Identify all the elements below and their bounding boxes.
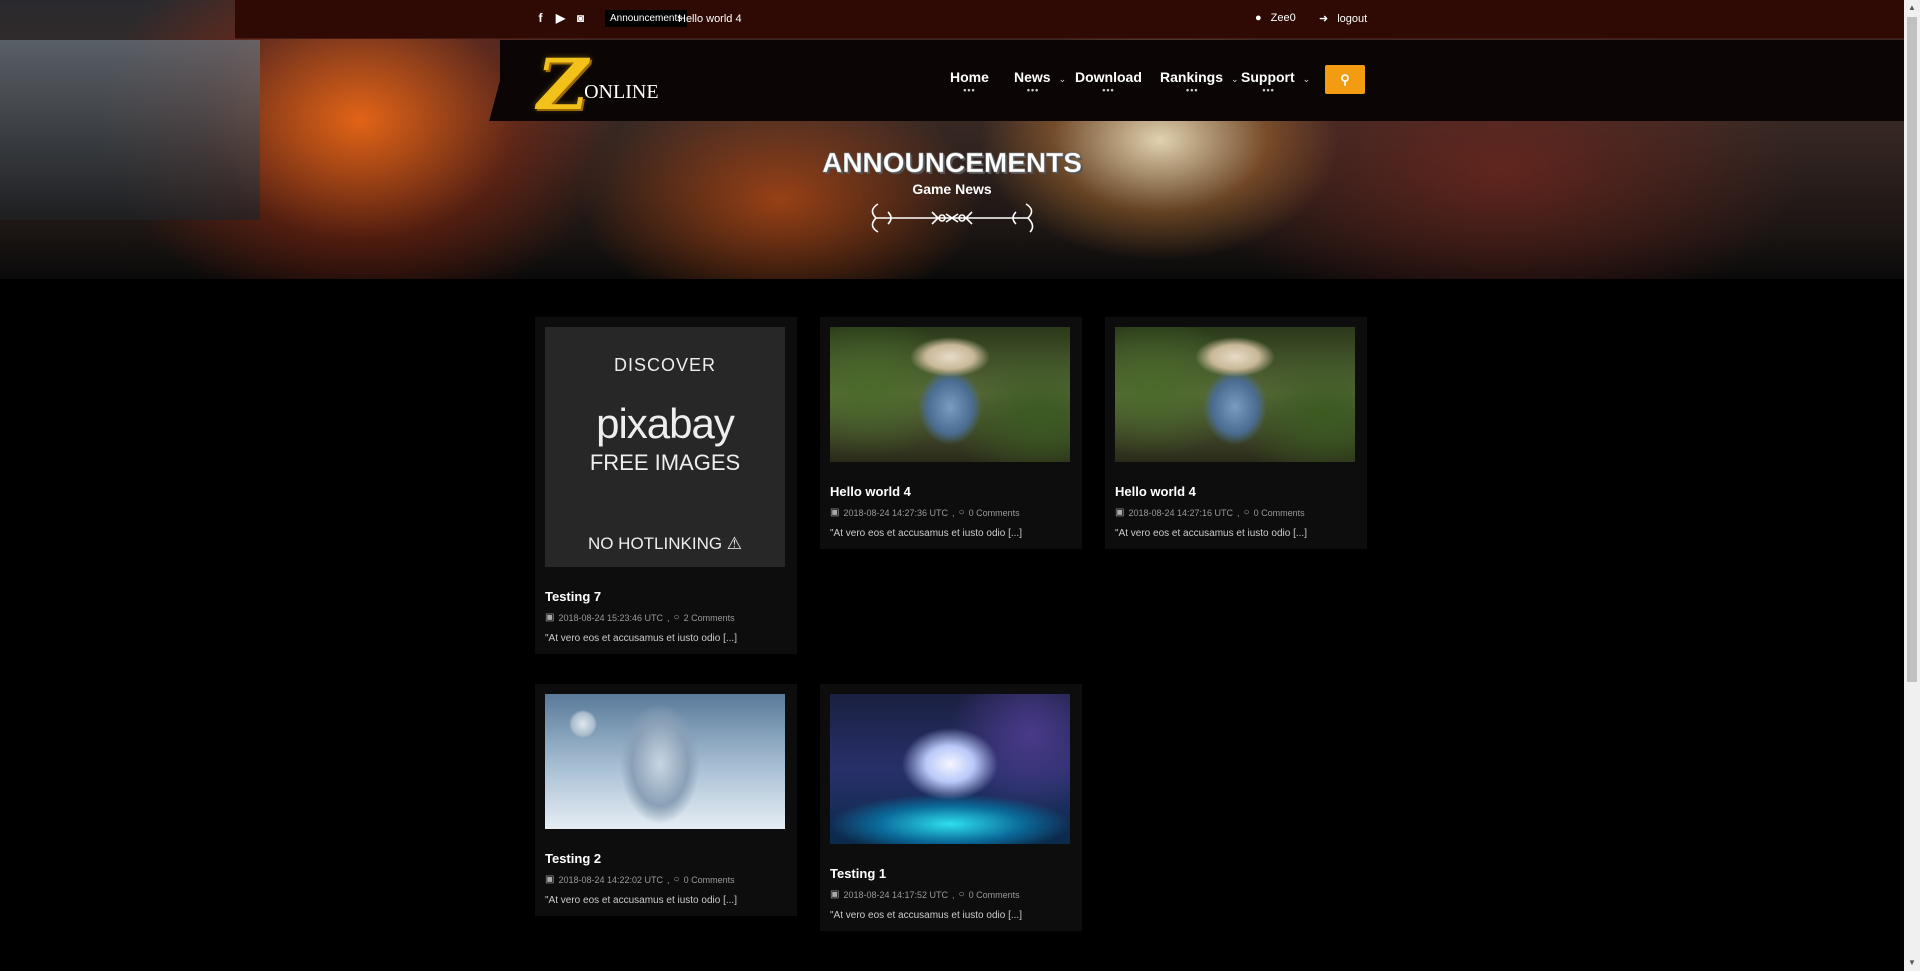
- comment-icon: ○: [958, 889, 965, 900]
- comment-icon: ○: [673, 874, 680, 885]
- comment-icon: ○: [1243, 507, 1250, 518]
- nav-label: Rankings: [1160, 69, 1224, 85]
- thumb-text: DISCOVER: [613, 355, 717, 375]
- meta-separator: ,: [952, 889, 955, 900]
- top-bar: f ▶ ◙ Announcements Hello world 4 ● Zee0…: [235, 0, 1904, 39]
- meta-separator: ,: [667, 612, 670, 623]
- calendar-icon: ▣: [830, 889, 840, 900]
- nav-support[interactable]: Support ⌄ •••: [1241, 69, 1310, 95]
- search-icon: ⚲: [1340, 71, 1350, 87]
- post-excerpt: "At vero eos et accusamus et iusto odio …: [1115, 528, 1307, 539]
- page-title: ANNOUNCEMENTS: [822, 147, 1082, 179]
- post-title[interactable]: Hello world 4: [1115, 484, 1357, 499]
- chevron-down-icon: ⌄: [1231, 74, 1239, 84]
- nav-label: Support: [1241, 69, 1295, 85]
- scrollbar-thumb[interactable]: [1907, 17, 1917, 682]
- post-date: 2018-08-24 14:27:36 UTC: [843, 507, 949, 518]
- social-links: f ▶ ◙: [535, 11, 586, 25]
- logo-text: ONLINE: [584, 80, 659, 103]
- nav-dots: •••: [1026, 85, 1040, 95]
- post-date: 2018-08-24 14:22:02 UTC: [558, 874, 664, 885]
- announcement-ticker[interactable]: Hello world 4: [678, 13, 742, 25]
- page-subtitle: Game News: [912, 181, 992, 197]
- post-title[interactable]: Testing 7: [545, 589, 787, 604]
- username-label: Zee0: [1270, 12, 1296, 24]
- post-comments[interactable]: 2 Comments: [684, 613, 735, 623]
- comment-icon: ○: [958, 507, 965, 518]
- post-thumbnail[interactable]: DISCOVER pixabay FREE IMAGES NO HOTLINKI…: [545, 327, 785, 567]
- post-excerpt: "At vero eos et accusamus et iusto odio …: [545, 895, 737, 906]
- post-meta: ▣ 2018-08-24 15:23:46 UTC , ○ 2 Comments: [545, 612, 787, 623]
- post-title[interactable]: Testing 1: [830, 866, 1072, 881]
- calendar-icon: ▣: [545, 612, 555, 623]
- scroll-down-icon[interactable]: ▼: [1904, 955, 1920, 971]
- comment-icon: ○: [673, 612, 680, 623]
- post-excerpt: "At vero eos et accusamus et iusto odio …: [830, 910, 1022, 921]
- post-excerpt: "At vero eos et accusamus et iusto odio …: [545, 633, 737, 644]
- nav-download[interactable]: Download •••: [1075, 69, 1142, 95]
- post-card[interactable]: Hello world 4 ▣ 2018-08-24 14:27:36 UTC …: [820, 317, 1082, 549]
- nav-dots: •••: [1102, 85, 1115, 95]
- chevron-down-icon: ⌄: [1302, 74, 1311, 84]
- meta-separator: ,: [952, 507, 955, 518]
- nav-home[interactable]: Home •••: [950, 69, 989, 95]
- facebook-icon[interactable]: f: [535, 11, 546, 25]
- post-meta: ▣ 2018-08-24 14:17:52 UTC , ○ 0 Comments: [830, 889, 1072, 900]
- nav-dots: •••: [1262, 85, 1275, 95]
- nav-label: News: [1014, 69, 1051, 85]
- thumb-text: FREE IMAGES: [589, 450, 741, 475]
- calendar-icon: ▣: [1115, 507, 1125, 518]
- nav-label: Download: [1075, 69, 1142, 85]
- post-card[interactable]: Testing 1 ▣ 2018-08-24 14:17:52 UTC , ○ …: [820, 684, 1082, 931]
- scroll-up-icon[interactable]: ▲: [1904, 0, 1920, 16]
- logout-label: logout: [1337, 12, 1368, 25]
- logout-link[interactable]: ➜ logout: [1319, 12, 1368, 26]
- post-card[interactable]: DISCOVER pixabay FREE IMAGES NO HOTLINKI…: [535, 317, 797, 654]
- post-thumbnail[interactable]: [545, 694, 785, 829]
- post-thumbnail[interactable]: [1115, 327, 1355, 462]
- post-excerpt: "At vero eos et accusamus et iusto odio …: [830, 528, 1022, 539]
- chevron-down-icon: ⌄: [1058, 74, 1067, 84]
- ornament-divider: [871, 203, 1034, 233]
- post-thumbnail[interactable]: [830, 694, 1070, 844]
- user-icon: ●: [1255, 12, 1262, 24]
- post-date: 2018-08-24 14:27:16 UTC: [1128, 507, 1234, 518]
- discord-icon[interactable]: ◙: [575, 11, 586, 25]
- calendar-icon: ▣: [830, 507, 840, 518]
- page-scrollbar[interactable]: ▲ ▼: [1904, 0, 1920, 971]
- nav-dots: •••: [1186, 85, 1199, 95]
- post-comments[interactable]: 0 Comments: [969, 508, 1020, 518]
- announcement-badge: Announcements: [605, 10, 688, 27]
- post-date: 2018-08-24 15:23:46 UTC: [558, 612, 664, 623]
- logo-letter: Z: [537, 43, 589, 126]
- nav-news[interactable]: News ⌄ •••: [1014, 69, 1066, 95]
- post-meta: ▣ 2018-08-24 14:22:02 UTC , ○ 0 Comments: [545, 874, 787, 885]
- youtube-icon[interactable]: ▶: [555, 11, 566, 25]
- nav-label: Home: [950, 69, 989, 85]
- post-comments[interactable]: 0 Comments: [969, 890, 1020, 900]
- post-meta: ▣ 2018-08-24 14:27:16 UTC , ○ 0 Comments: [1115, 507, 1357, 518]
- meta-separator: ,: [667, 874, 670, 885]
- post-comments[interactable]: 0 Comments: [684, 875, 735, 885]
- calendar-icon: ▣: [545, 874, 555, 885]
- thumb-text: pixabay: [596, 400, 735, 447]
- site-logo[interactable]: Z ONLINE: [537, 43, 659, 126]
- search-button[interactable]: ⚲: [1325, 65, 1365, 94]
- post-title[interactable]: Testing 2: [545, 851, 787, 866]
- post-date: 2018-08-24 14:17:52 UTC: [843, 889, 949, 900]
- nav-rankings[interactable]: Rankings ⌄ •••: [1160, 69, 1239, 95]
- nav-dots: •••: [963, 85, 976, 95]
- post-card[interactable]: Hello world 4 ▣ 2018-08-24 14:27:16 UTC …: [1105, 317, 1367, 549]
- user-profile-link[interactable]: ● Zee0: [1255, 12, 1296, 24]
- post-title[interactable]: Hello world 4: [830, 484, 1072, 499]
- meta-separator: ,: [1237, 507, 1240, 518]
- sign-out-icon: ➜: [1319, 13, 1329, 25]
- post-meta: ▣ 2018-08-24 14:27:36 UTC , ○ 0 Comments: [830, 507, 1072, 518]
- post-thumbnail[interactable]: [830, 327, 1070, 462]
- thumb-text: NO HOTLINKING ⚠: [587, 534, 743, 553]
- post-card[interactable]: Testing 2 ▣ 2018-08-24 14:22:02 UTC , ○ …: [535, 684, 797, 916]
- post-comments[interactable]: 0 Comments: [1254, 508, 1305, 518]
